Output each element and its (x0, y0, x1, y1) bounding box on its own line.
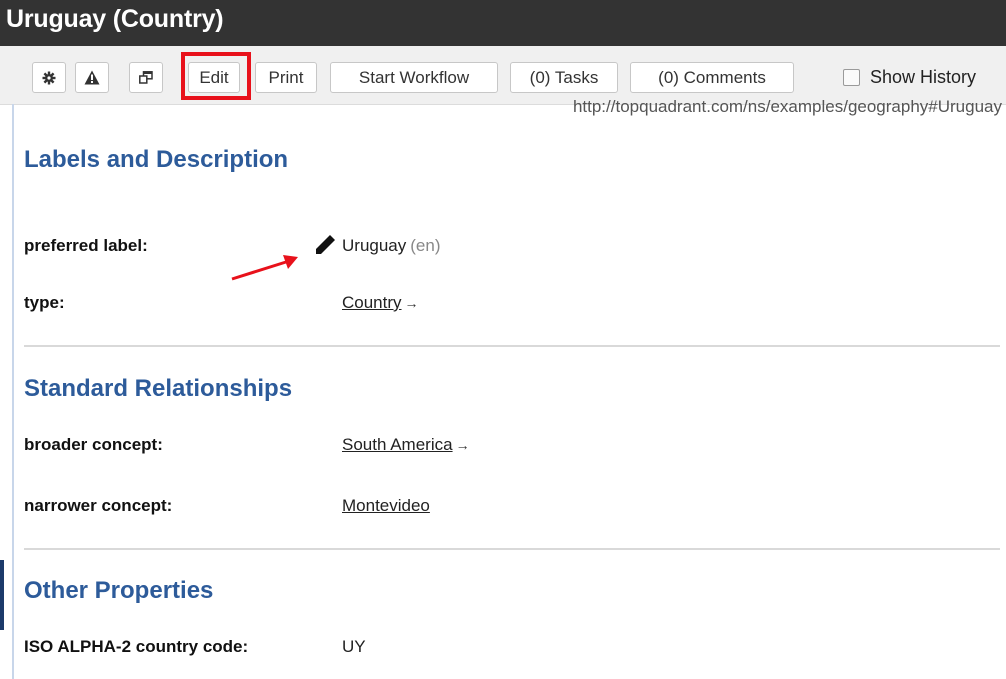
warning-icon (84, 70, 100, 85)
panel-edge-marker (0, 560, 4, 630)
language-tag: (en) (410, 236, 441, 255)
arrow-right-icon[interactable]: → (405, 295, 419, 311)
popout-button[interactable] (129, 62, 163, 93)
show-history-label: Show History (870, 67, 977, 87)
resource-uri: http://topquadrant.com/ns/examples/geogr… (572, 97, 1002, 116)
gear-icon (42, 71, 56, 84)
arrow-right-icon[interactable]: → (456, 437, 470, 453)
preferred-label-value: Uruguay (en) (342, 236, 441, 256)
edit-button[interactable]: Edit (188, 62, 240, 93)
section-heading-relationships: Standard Relationships (24, 375, 293, 402)
start-workflow-button[interactable]: Start Workflow (330, 62, 498, 93)
pencil-icon[interactable] (313, 233, 337, 257)
tasks-button[interactable]: (0) Tasks (510, 62, 618, 93)
title-bar: Uruguay (Country) (0, 0, 1006, 46)
popout-icon (139, 71, 153, 84)
settings-button[interactable] (32, 62, 66, 93)
type-link[interactable]: Country (342, 293, 402, 312)
broader-concept-link[interactable]: South America (342, 435, 453, 454)
section-divider (24, 345, 1000, 347)
preferred-label-label: preferred label: (24, 236, 148, 255)
section-divider (24, 548, 1000, 550)
section-heading-other: Other Properties (24, 577, 214, 604)
narrower-concept-label: narrower concept: (24, 496, 173, 515)
annotation-arrow (231, 255, 298, 281)
comments-button[interactable]: (0) Comments (630, 62, 794, 93)
type-label: type: (24, 293, 65, 312)
warning-button[interactable] (75, 62, 109, 93)
section-heading-labels: Labels and Description (24, 146, 289, 173)
show-history-checkbox[interactable] (843, 69, 860, 86)
page-title: Uruguay (Country) (6, 5, 224, 33)
narrower-concept-link[interactable]: Montevideo (342, 496, 430, 515)
print-button[interactable]: Print (255, 62, 317, 93)
type-value: Country → (342, 293, 419, 313)
iso-code-value: UY (342, 637, 366, 656)
broader-concept-value: South America → (342, 435, 470, 455)
narrower-concept-value: Montevideo (342, 496, 430, 516)
broader-concept-label: broader concept: (24, 435, 163, 454)
iso-code-label: ISO ALPHA-2 country code: (24, 637, 249, 656)
show-history-toggle[interactable]: Show History (843, 62, 976, 93)
preferred-label-text: Uruguay (342, 236, 407, 255)
